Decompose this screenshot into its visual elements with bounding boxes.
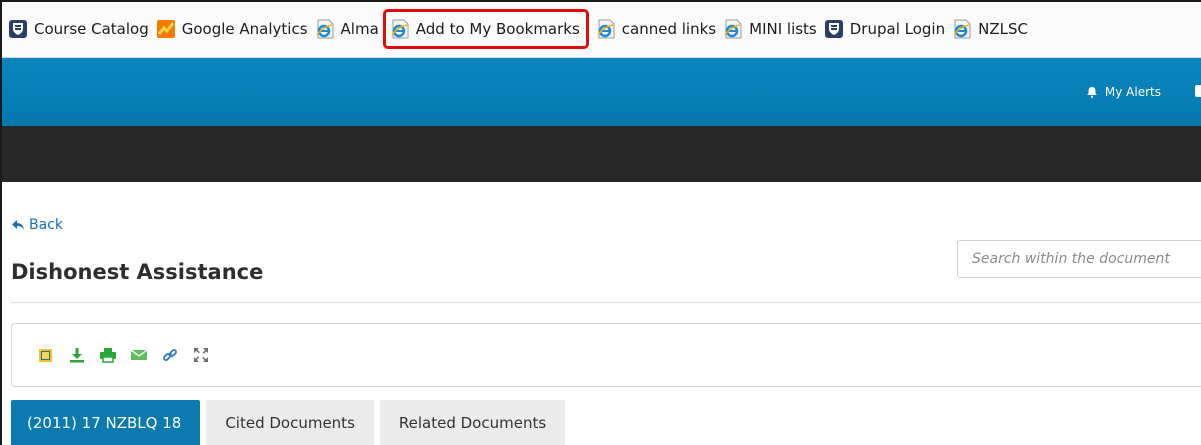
- bookmark-alma[interactable]: Alma: [315, 14, 379, 44]
- tab-label: Related Documents: [398, 413, 547, 432]
- page-title: Dishonest Assistance: [11, 260, 264, 284]
- divider: [11, 302, 1201, 303]
- tab-cited-documents[interactable]: Cited Documents: [206, 400, 374, 445]
- fullscreen-icon: [194, 348, 208, 362]
- bookmark-drupal-login[interactable]: Drupal Login: [824, 14, 945, 44]
- bookmark-nzlsc[interactable]: NZLSC: [952, 14, 1028, 44]
- bookmark-google-analytics[interactable]: Google Analytics: [156, 14, 308, 44]
- tab-label: (2011) 17 NZBLQ 18: [27, 413, 182, 432]
- link-icon: [163, 349, 177, 361]
- back-arrow-icon: [12, 220, 24, 230]
- bookmark-label: Drupal Login: [849, 19, 946, 38]
- bookmark-canned-links[interactable]: canned links: [596, 14, 716, 44]
- bookmark-label: Course Catalog: [34, 19, 149, 38]
- document-tabs: (2011) 17 NZBLQ 18 Cited Documents Relat…: [11, 400, 571, 445]
- ie-page-icon: [391, 19, 409, 38]
- bookmark-course-catalog[interactable]: Course Catalog: [8, 14, 149, 44]
- folder-icon[interactable]: [1195, 85, 1201, 97]
- bookmark-label: MINI lists: [749, 19, 817, 38]
- back-label: Back: [29, 217, 63, 233]
- bookmark-label: canned links: [621, 19, 717, 38]
- tab-label: Cited Documents: [225, 413, 355, 432]
- search-within-document-input[interactable]: [957, 240, 1201, 278]
- download-button[interactable]: [68, 346, 86, 364]
- analytics-chart-icon: [156, 19, 175, 38]
- document-icon: [39, 349, 52, 362]
- ie-page-icon: [724, 19, 742, 38]
- fullscreen-button[interactable]: [192, 346, 210, 364]
- ie-page-icon: [315, 19, 334, 38]
- shield-crest-icon: [9, 19, 27, 38]
- shield-crest-icon: [824, 19, 843, 38]
- bookmarks-bar: Course Catalog Google Analytics Alma Add…: [0, 0, 1201, 58]
- ie-page-icon: [953, 19, 971, 38]
- link-button[interactable]: [161, 346, 179, 364]
- document-toolbar: [11, 323, 1201, 387]
- tab-citation[interactable]: (2011) 17 NZBLQ 18: [11, 400, 201, 445]
- tab-related-documents[interactable]: Related Documents: [379, 400, 566, 445]
- print-button[interactable]: [99, 346, 117, 364]
- bookmark-add-to-my-bookmarks[interactable]: Add to My Bookmarks: [382, 8, 589, 49]
- download-icon: [70, 348, 84, 363]
- ie-page-icon: [597, 19, 615, 38]
- bell-icon: [1086, 87, 1097, 98]
- email-icon: [130, 349, 148, 360]
- bookmark-label: Google Analytics: [181, 19, 308, 38]
- bookmark-label: Alma: [340, 19, 379, 38]
- print-icon: [100, 348, 116, 363]
- document-button[interactable]: [37, 346, 55, 364]
- bookmark-label: Add to My Bookmarks: [415, 19, 580, 38]
- secondary-nav-bar: [0, 126, 1201, 182]
- bookmark-mini-lists[interactable]: MINI lists: [723, 14, 817, 44]
- back-link[interactable]: Back: [11, 217, 63, 233]
- my-alerts-label: My Alerts: [1104, 85, 1161, 99]
- email-button[interactable]: [130, 346, 148, 364]
- top-nav-bar: My Alerts: [0, 58, 1201, 126]
- bookmark-label: NZLSC: [978, 19, 1028, 38]
- my-alerts-link[interactable]: My Alerts: [1086, 85, 1161, 99]
